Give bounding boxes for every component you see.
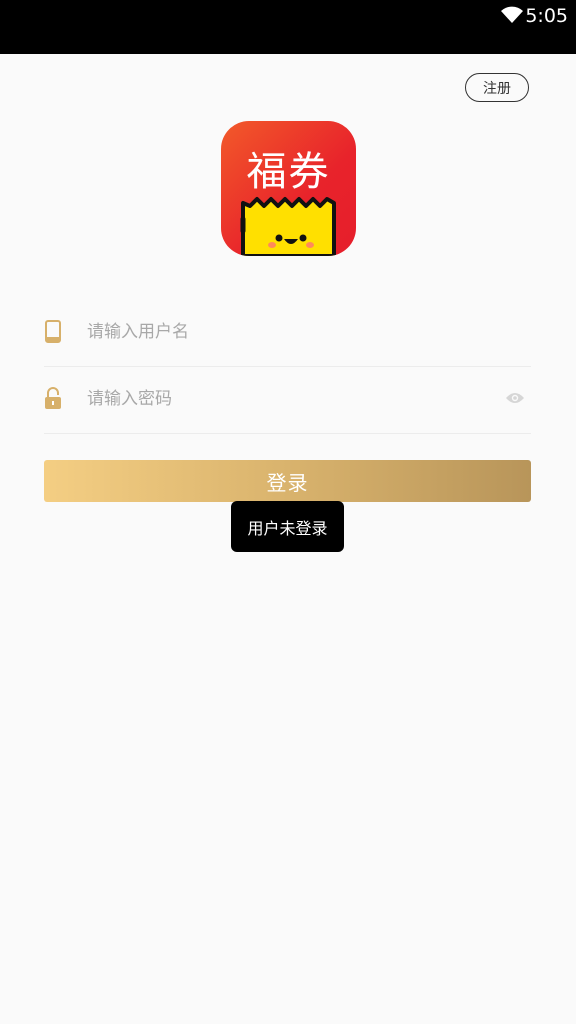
lock-icon	[45, 387, 61, 409]
password-field	[44, 367, 531, 434]
status-bar: 5:05	[0, 0, 576, 54]
wifi-icon	[501, 6, 523, 23]
eye-icon[interactable]	[505, 391, 525, 405]
phone-icon	[45, 320, 61, 343]
register-button[interactable]: 注册	[465, 73, 529, 102]
username-input[interactable]	[87, 318, 487, 346]
status-time: 5:05	[525, 5, 568, 27]
toast-message: 用户未登录	[231, 501, 344, 552]
app-logo-icon: 福券	[221, 121, 356, 256]
logo-mascot-icon	[240, 197, 336, 256]
password-input[interactable]	[87, 385, 487, 413]
login-button[interactable]: 登录	[44, 460, 531, 502]
username-field	[44, 300, 531, 367]
